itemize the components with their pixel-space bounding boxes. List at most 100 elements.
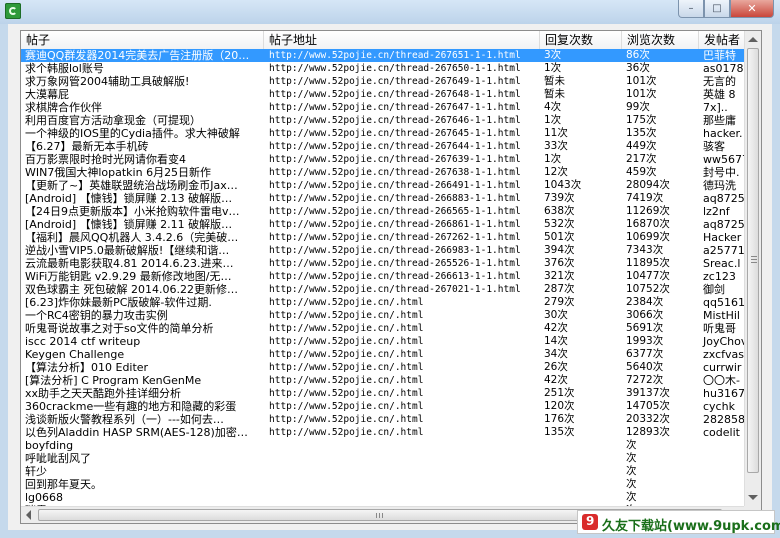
table-row[interactable]: 求个韩服lol账号 http://www.52pojie.cn/thread-26… (21, 62, 761, 75)
table-row[interactable]: 浅谈新版火警教程系列（一）---如何去… http://www.52pojie.c… (21, 413, 761, 426)
cell-title: 求个韩服lol账号 (25, 62, 104, 75)
cell-title: 回到那年夏天。 (25, 478, 102, 491)
cell-views: 6377次 (626, 348, 664, 360)
table-row[interactable]: 【更新了~】英雄联盟统治战场刷金币Jax… http://www.52pojie.… (21, 179, 761, 192)
maximize-button[interactable]: □ (704, 0, 730, 18)
table-row[interactable]: 回到那年夏天。 次 (21, 478, 761, 491)
table-row[interactable]: 利用百度官方活动拿现金（可提现） http://www.52pojie.cn/th… (21, 114, 761, 127)
table-row[interactable]: 逆战小雪VIP5.0最新破解版!【继续和谐… http://www.52pojie… (21, 244, 761, 257)
vertical-scroll-thumb[interactable] (747, 48, 759, 473)
cell-url: http://www.52pojie.cn/.html (269, 362, 424, 373)
cell-replies: 1043次 (544, 179, 582, 191)
table-row[interactable]: 【24日9点更新版本】小米抢购软件雷电v… http://www.52pojie.… (21, 205, 761, 218)
cell-views: 86次 (622, 49, 699, 62)
table-row[interactable]: [Android] 【慷钱】锁屏赚 2.11 破解版… http://www.52… (21, 218, 761, 231)
scroll-left-arrow-icon[interactable] (26, 510, 31, 520)
table-row[interactable]: 360crackme一些有趣的地方和隐藏的彩蛋 http://www.52poji… (21, 400, 761, 413)
table-row[interactable]: iscc 2014 ctf writeup http://www.52pojie.… (21, 335, 761, 348)
cell-title: iscc 2014 ctf writeup (25, 335, 141, 348)
cell-replies: 14次 (544, 335, 568, 347)
cell-title: 【6.27】最新无本手机砖 (25, 140, 149, 153)
cell-views: 135次 (626, 127, 657, 139)
cell-views: 10477次 (626, 270, 670, 282)
cell-title: [算法分析] C Program KenGenMe (25, 374, 202, 387)
table-row[interactable]: 赛迪QQ群发器2014完美去广告注册版（20… http://www.52poji… (21, 49, 761, 62)
site-logo-icon (582, 514, 598, 530)
cell-views: 36次 (626, 62, 650, 74)
cell-views: 3066次 (626, 309, 664, 321)
cell-url (264, 491, 540, 504)
cell-title: 百万影票限时抢时光网请你看变4 (25, 153, 186, 166)
grip-icon (751, 256, 757, 257)
table-row[interactable]: boyfding 次 (21, 439, 761, 452)
table-row[interactable]: xx助手之天天酷跑外挂详细分析 http://www.52pojie.cn/.ht… (21, 387, 761, 400)
table-row[interactable]: 百万影票限时抢时光网请你看变4 http://www.52pojie.cn/thr… (21, 153, 761, 166)
client-area: 帖子 帖子地址 回复次数 浏览次数 发帖者 赛迪QQ群发器2014完美去广告注册… (8, 24, 772, 530)
table-row[interactable]: 大漠幕屁 http://www.52pojie.cn/thread-267648-… (21, 88, 761, 101)
cell-title: 求棋牌合作伙伴 (25, 101, 102, 114)
column-header-views[interactable]: 浏览次数 (622, 31, 699, 49)
cell-views: 11895次 (626, 257, 670, 269)
table-row[interactable]: 求棋牌合作伙伴 http://www.52pojie.cn/thread-2676… (21, 101, 761, 114)
grip-icon (751, 259, 757, 260)
table-row[interactable]: [6.23]炸你妹最新PC版破解-软件过期. http://www.52pojie… (21, 296, 761, 309)
table-row[interactable]: 听鬼哥说故事之对于so文件的简单分析 http://www.52pojie.cn/… (21, 322, 761, 335)
cell-title: 听鬼哥说故事之对于so文件的简单分析 (25, 322, 214, 335)
cell-views: 2384次 (626, 296, 664, 308)
column-header-title[interactable]: 帖子 (21, 31, 264, 49)
table-row[interactable]: 一个RC4密钥的暴力攻击实例 http://www.52pojie.cn/.htm… (21, 309, 761, 322)
window-controls: – □ ✕ (678, 0, 774, 18)
cell-replies: 暂未 (544, 75, 565, 87)
cell-views: 7272次 (626, 374, 664, 386)
cell-title: 【24日9点更新版本】小米抢购软件雷电v… (25, 205, 240, 218)
table-row[interactable]: lg0668 次 (21, 491, 761, 504)
table-row[interactable]: 云流最新电影获取4.81 2014.6.23.进来… http://www.52p… (21, 257, 761, 270)
column-header-replies[interactable]: 回复次数 (540, 31, 622, 49)
cell-url (264, 439, 540, 452)
cell-url: http://www.52pojie.cn/thread-266491-1-1.… (269, 180, 521, 191)
cell-url: http://www.52pojie.cn/.html (269, 414, 424, 425)
table-row[interactable]: 以色列Aladdin HASP SRM(AES-128)加密… http://ww… (21, 426, 761, 439)
minimize-button[interactable]: – (678, 0, 704, 18)
cell-url: http://www.52pojie.cn/thread-267647-1-1.… (269, 102, 521, 113)
cell-title: WiFi万能钥匙 v2.9.29 最新修改地图/无… (25, 270, 232, 283)
close-button[interactable]: ✕ (730, 0, 774, 18)
vertical-scrollbar[interactable] (744, 31, 761, 506)
table-row[interactable]: [Android] 【慷钱】锁屏赚 2.13 破解版… http://www.52… (21, 192, 761, 205)
cell-views: 1993次 (626, 335, 664, 347)
thread-list[interactable]: 帖子 帖子地址 回复次数 浏览次数 发帖者 赛迪QQ群发器2014完美去广告注册… (20, 30, 762, 524)
scroll-up-arrow-icon[interactable] (748, 37, 758, 42)
table-row[interactable]: Keygen Challenge http://www.52pojie.cn/.h… (21, 348, 761, 361)
table-row[interactable]: 求万象网管2004辅助工具破解版! http://www.52pojie.cn/t… (21, 75, 761, 88)
cell-views: 175次 (626, 114, 657, 126)
column-header-url[interactable]: 帖子地址 (264, 31, 540, 49)
table-row[interactable]: WIN7俄国大神lopatkin 6月25日新作 http://www.52poj… (21, 166, 761, 179)
cell-url: http://www.52pojie.cn/thread-267649-1-1.… (269, 76, 521, 87)
cell-views: 217次 (626, 153, 657, 165)
cell-title: boyfding (25, 439, 74, 452)
table-row[interactable]: 【算法分析】010 Editer http://www.52pojie.cn/.h… (21, 361, 761, 374)
table-row[interactable]: [算法分析] C Program KenGenMe http://www.52po… (21, 374, 761, 387)
cell-replies: 501次 (544, 231, 575, 243)
table-row[interactable]: 呼呲呲刮风了 次 (21, 452, 761, 465)
scroll-down-arrow-icon[interactable] (748, 495, 758, 500)
cell-url (264, 465, 540, 478)
cell-replies: 30次 (544, 309, 568, 321)
table-row[interactable]: WiFi万能钥匙 v2.9.29 最新修改地图/无… http://www.52p… (21, 270, 761, 283)
list-header: 帖子 帖子地址 回复次数 浏览次数 发帖者 (21, 31, 761, 50)
cell-title: 逆战小雪VIP5.0最新破解版!【继续和谐… (25, 244, 230, 257)
table-row[interactable]: 【福利】晨风QQ机器人 3.4.2.6（完美破… http://www.52poj… (21, 231, 761, 244)
cell-views: 20332次 (626, 413, 670, 425)
grip-icon (751, 262, 757, 263)
cell-replies: 34次 (544, 348, 568, 360)
table-row[interactable]: 【6.27】最新无本手机砖 http://www.52pojie.cn/threa… (21, 140, 761, 153)
table-row[interactable]: 双色球霸主 死包破解 2014.06.22更新修… http://www.52po… (21, 283, 761, 296)
cell-replies: 251次 (544, 387, 575, 399)
table-row[interactable]: 一个神级的IOS里的Cydia插件。求大神破解 http://www.52poji… (21, 127, 761, 140)
cell-replies: 279次 (544, 296, 575, 308)
grip-icon (382, 513, 383, 518)
cell-replies: 120次 (544, 400, 575, 412)
table-row[interactable]: 轩少 次 (21, 465, 761, 478)
cell-replies (540, 491, 622, 504)
cell-title: 大漠幕屁 (25, 88, 69, 101)
